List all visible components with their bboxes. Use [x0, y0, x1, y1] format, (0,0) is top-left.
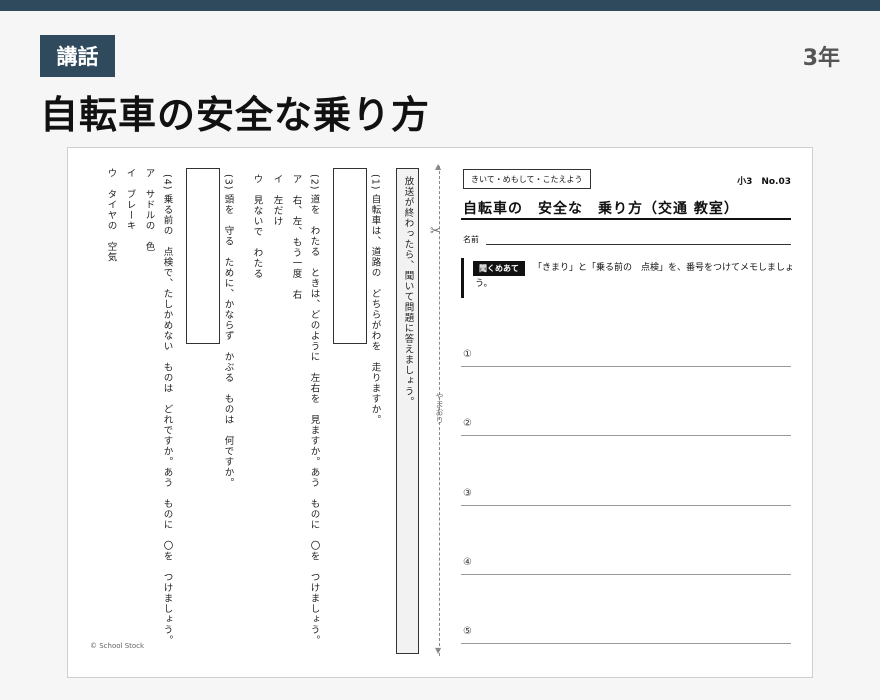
title-rule [461, 218, 791, 220]
question-4-option-b: イ ブレーキ [124, 168, 136, 231]
worksheet-code: 小3 No.03 [737, 177, 791, 187]
question-3-number: (3) [222, 174, 234, 191]
memo-number-1: ① [463, 349, 472, 360]
grade-label: 3年 [802, 46, 840, 71]
memo-number-5: ⑤ [463, 626, 472, 637]
memo-line-1[interactable] [461, 366, 791, 367]
listen-accent-bar [461, 258, 464, 298]
question-3-text: 頭を 守る ために、かならず かぶる ものは 何ですか。 [222, 194, 234, 488]
fold-arrow-up-icon: ▲ [435, 162, 442, 171]
memo-line-5[interactable] [461, 643, 791, 644]
question-2-number: (2) [308, 174, 320, 191]
question-2-option-b: イ 左だけ [271, 174, 283, 227]
fold-arrow-down-icon: ▼ [435, 646, 442, 655]
name-label: 名前 [463, 235, 479, 244]
answer-box-1[interactable] [333, 168, 367, 344]
listen-badge: 聞くめあて [473, 261, 525, 276]
copyright: © School Stock [90, 642, 145, 650]
memo-number-2: ② [463, 418, 472, 429]
memo-number-4: ④ [463, 557, 472, 568]
fold-label: やまおり [435, 392, 444, 424]
listen-instruction-cont: う。 [475, 279, 493, 289]
top-accent-bar [0, 0, 880, 11]
memo-line-3[interactable] [461, 505, 791, 506]
memo-line-4[interactable] [461, 574, 791, 575]
memo-number-3: ③ [463, 488, 472, 499]
question-2-option-a: ア 右、左、もう一度 右 [290, 174, 302, 300]
question-4-option-a: ア サドルの 色 [143, 168, 155, 252]
worksheet-page: 放送が終わったら、聞いて問題に答えましょう。 (1) 自転車は、道路の どちらが… [67, 147, 813, 678]
scissors-icon: ✂ [430, 224, 441, 239]
question-2-text: 道を わたる ときは、どのように 左右を 見ますか。あう ものに 〇を つけまし… [308, 194, 320, 646]
listen-instruction: 「きまり」と「乗る前の 点検」を、番号をつけてメモしましょ [533, 263, 795, 273]
name-field[interactable] [486, 244, 791, 245]
question-4-option-c: ウ タイヤの 空気 [105, 168, 117, 263]
question-4-number: (4) [161, 174, 173, 191]
answer-box-3[interactable] [186, 168, 220, 344]
worksheet-tag: きいて・めもして・こたえよう [463, 169, 591, 189]
worksheet-title: 自転車の 安全な 乗り方（交通 教室） [463, 201, 739, 217]
question-1-text: 自転車は、道路の どちらがわを 走りますか。 [369, 194, 381, 425]
category-badge: 講話 [40, 35, 115, 77]
question-4-text: 乗る前の 点検で、たしかめない ものは どれですか。あう ものに 〇を つけまし… [161, 194, 173, 646]
instruction-text: 放送が終わったら、聞いて問題に答えましょう。 [402, 176, 414, 407]
question-1-number: (1) [369, 174, 381, 191]
page-title: 自転車の安全な乗り方 [40, 93, 431, 137]
memo-line-2[interactable] [461, 435, 791, 436]
question-2-option-c: ウ 見ないで わたる [251, 174, 263, 279]
